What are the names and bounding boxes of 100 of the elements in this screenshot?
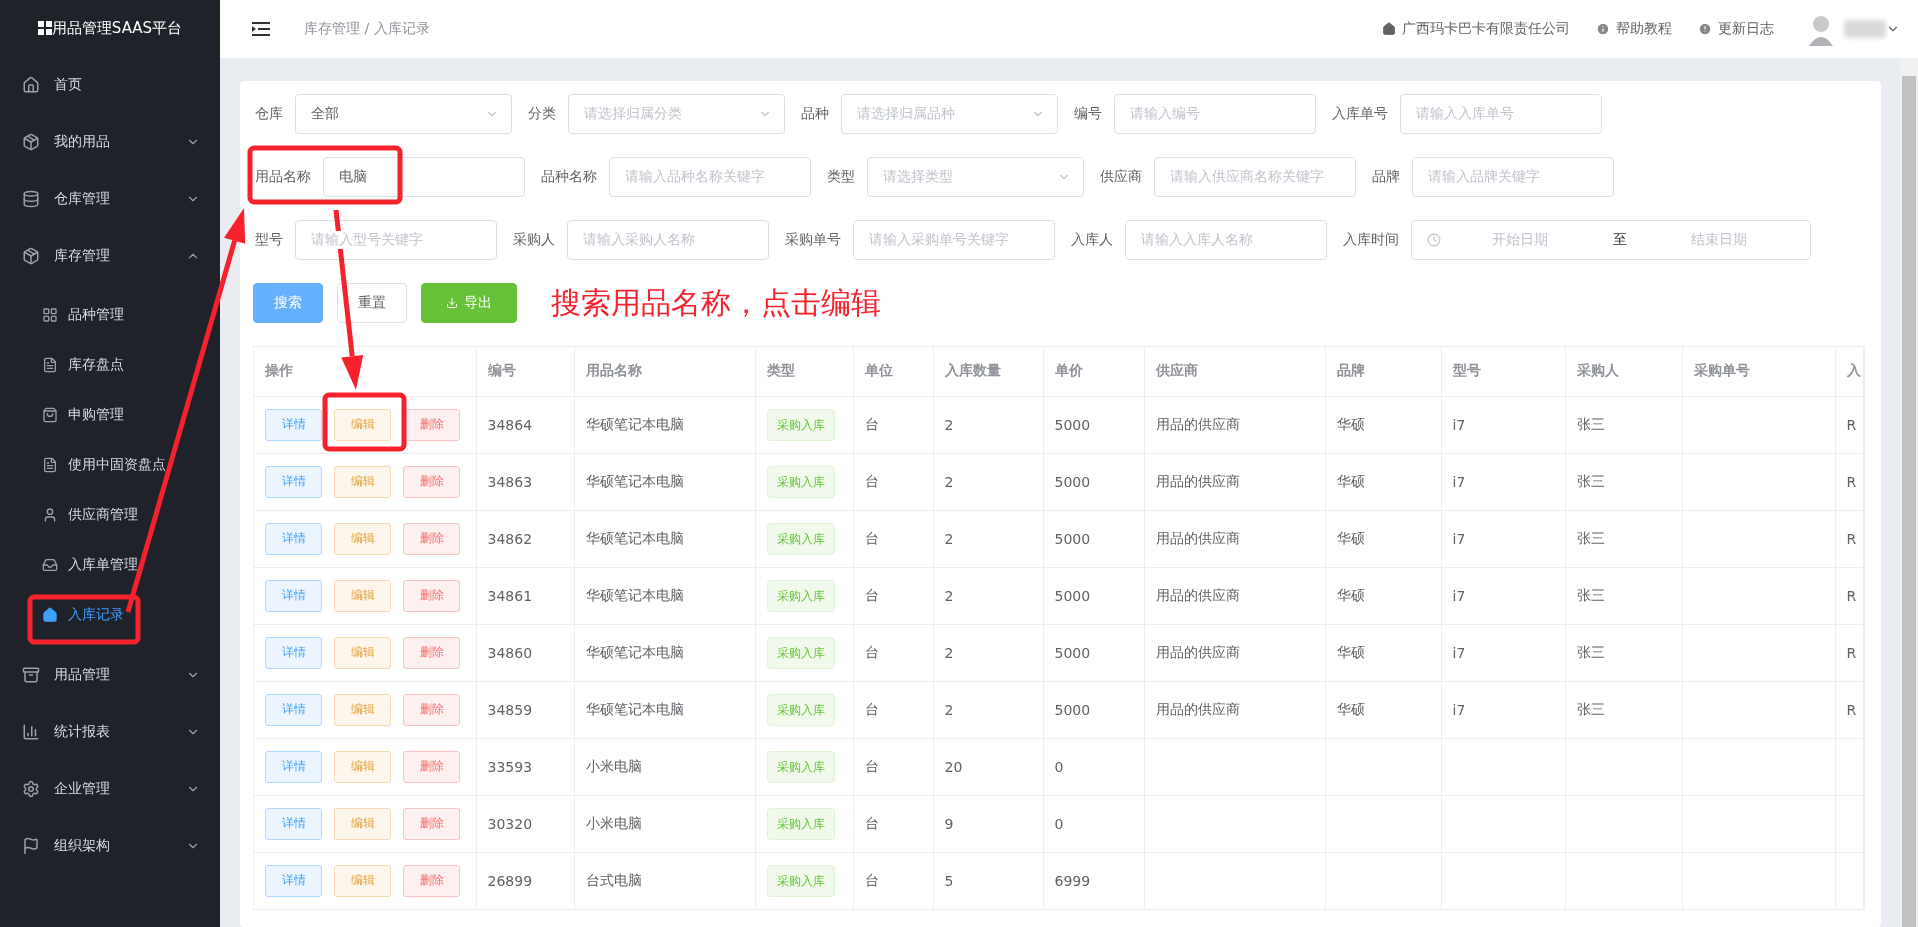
menu-icon [42, 607, 58, 623]
table-cell: 华硕笔记本电脑 [574, 624, 755, 681]
input-field[interactable]: 请输入型号关键字 [295, 220, 497, 260]
sidebar-item[interactable]: 组织架构 [0, 817, 220, 874]
input-field[interactable]: 请输入编号 [1114, 94, 1316, 134]
menu-icon [22, 132, 40, 151]
sidebar-item[interactable]: 仓库管理 [0, 170, 220, 227]
export-button[interactable]: 导出 [421, 283, 517, 323]
column-header: 单位 [853, 347, 933, 396]
input-field[interactable]: 请输入供应商名称关键字 [1154, 157, 1356, 197]
delete-button[interactable]: 删除 [403, 636, 460, 669]
type-tag: 采购入库 [766, 579, 835, 612]
details-button[interactable]: 详情 [265, 579, 322, 612]
field-label: 供应商 [1100, 168, 1143, 186]
menu-icon [22, 722, 40, 741]
breadcrumb: 库存管理 / 入库记录 [304, 20, 431, 38]
table-cell: 张三 [1565, 396, 1682, 453]
table-cell: 用品的供应商 [1144, 681, 1325, 738]
field-label: 仓库 [255, 105, 284, 123]
sidebar-subitem[interactable]: 使用中固资盘点 [34, 440, 200, 490]
details-button[interactable]: 详情 [265, 807, 322, 840]
details-button[interactable]: 详情 [265, 750, 322, 783]
edit-button[interactable]: 编辑 [334, 465, 391, 498]
input-field[interactable]: 请输入采购人名称 [567, 220, 769, 260]
sidebar-subitem[interactable]: 申购管理 [34, 390, 200, 440]
search-button[interactable]: 搜索 [253, 283, 323, 323]
date-range-field[interactable]: 开始日期 至 结束日期 [1411, 220, 1811, 260]
sidebar-item[interactable]: 库存管理 [0, 227, 220, 284]
table-cell: i7 [1441, 453, 1565, 510]
input-field[interactable]: 请输入采购单号关键字 [853, 220, 1055, 260]
column-header: 用品名称 [574, 347, 755, 396]
details-button[interactable]: 详情 [265, 864, 322, 897]
input-field[interactable]: 请输入入库单号 [1400, 94, 1602, 134]
sidebar-item[interactable]: 我的用品 [0, 113, 220, 170]
details-button[interactable]: 详情 [265, 522, 322, 555]
menu-icon [42, 557, 58, 573]
input-field[interactable]: 请输入品牌关键字 [1412, 157, 1614, 197]
table-cell: 华硕笔记本电脑 [574, 681, 755, 738]
table-cell: 台 [853, 738, 933, 795]
menu-icon [22, 246, 40, 265]
table-cell: 5000 [1043, 624, 1144, 681]
sidebar-subitem[interactable]: 供应商管理 [34, 490, 200, 540]
table-cell: 台式电脑 [574, 852, 755, 909]
app-logo-title: 用品管理SAAS平台 [51, 18, 183, 38]
field-label: 入库单号 [1332, 105, 1389, 123]
field-label: 型号 [255, 231, 284, 249]
delete-button[interactable]: 删除 [403, 465, 460, 498]
sidebar-subitem[interactable]: 入库记录 [34, 590, 200, 640]
company-link[interactable]: 广西玛卡巴卡有限责任公司 [1382, 20, 1570, 38]
sidebar-subitem[interactable]: 品种管理 [34, 290, 200, 340]
select-field[interactable]: 请选择类型 [867, 157, 1084, 197]
help-link[interactable]: 帮助教程 [1596, 20, 1672, 38]
sidebar-item[interactable]: 企业管理 [0, 760, 220, 817]
select-field[interactable]: 请选择归属分类 [568, 94, 785, 134]
scrollbar[interactable] [1900, 58, 1918, 927]
menu-icon [42, 457, 58, 473]
delete-button[interactable]: 删除 [403, 693, 460, 726]
input-field[interactable]: 电脑 [323, 157, 525, 197]
edit-button[interactable]: 编辑 [334, 750, 391, 783]
details-button[interactable]: 详情 [265, 693, 322, 726]
field-label: 编号 [1074, 105, 1103, 123]
details-button[interactable]: 详情 [265, 408, 322, 441]
table-cell: 台 [853, 510, 933, 567]
edit-button[interactable]: 编辑 [334, 864, 391, 897]
sidebar-item[interactable]: 首页 [0, 56, 220, 113]
delete-button[interactable]: 删除 [403, 864, 460, 897]
edit-button[interactable]: 编辑 [334, 408, 391, 441]
type-tag: 采购入库 [766, 864, 835, 897]
select-field[interactable]: 全部 [295, 94, 512, 134]
field-label: 品牌 [1372, 168, 1401, 186]
edit-button[interactable]: 编辑 [334, 636, 391, 669]
edit-button[interactable]: 编辑 [334, 579, 391, 612]
menu-fold-icon[interactable] [252, 22, 270, 36]
details-button[interactable]: 详情 [265, 636, 322, 669]
input-field[interactable]: 请输入品种名称关键字 [609, 157, 811, 197]
sidebar-item[interactable]: 统计报表 [0, 703, 220, 760]
reset-button[interactable]: 重置 [337, 283, 407, 323]
sidebar-subitem[interactable]: 入库单管理 [34, 540, 200, 590]
field-label: 品种 [801, 105, 830, 123]
edit-button[interactable]: 编辑 [334, 693, 391, 726]
delete-button[interactable]: 删除 [403, 579, 460, 612]
delete-button[interactable]: 删除 [403, 807, 460, 840]
column-header: 编号 [476, 347, 574, 396]
clock-icon [1427, 233, 1441, 247]
changelog-link[interactable]: 更新日志 [1698, 20, 1774, 38]
edit-button[interactable]: 编辑 [334, 807, 391, 840]
edit-button[interactable]: 编辑 [334, 522, 391, 555]
sidebar-item[interactable]: 用品管理 [0, 646, 220, 703]
delete-button[interactable]: 删除 [403, 750, 460, 783]
type-tag: 采购入库 [766, 750, 835, 783]
sidebar-subitem[interactable]: 库存盘点 [34, 340, 200, 390]
table-cell: 张三 [1565, 681, 1682, 738]
input-field[interactable]: 请输入入库人名称 [1125, 220, 1327, 260]
select-field[interactable]: 请选择归属品种 [841, 94, 1058, 134]
type-tag: 采购入库 [766, 465, 835, 498]
delete-button[interactable]: 删除 [403, 522, 460, 555]
menu-icon [22, 836, 40, 855]
table-cell: 华硕 [1325, 624, 1441, 681]
details-button[interactable]: 详情 [265, 465, 322, 498]
table-cell: i7 [1441, 396, 1565, 453]
